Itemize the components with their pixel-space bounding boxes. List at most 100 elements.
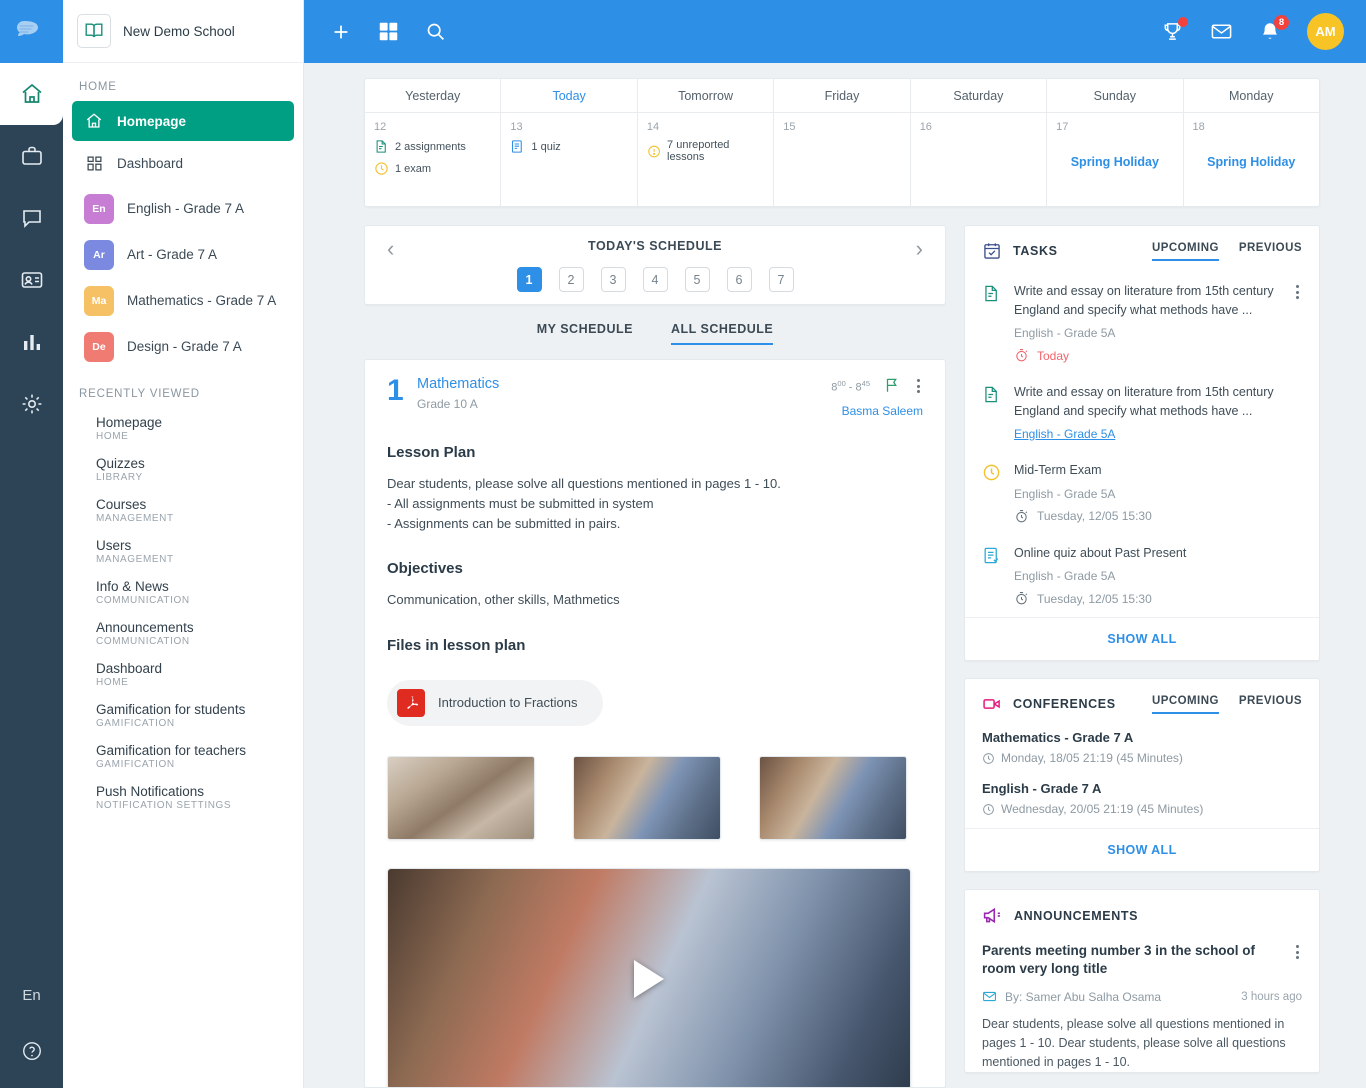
add-button[interactable] <box>330 21 352 43</box>
sidebar-course-design[interactable]: De Design - Grade 7 A <box>63 324 303 370</box>
page-6[interactable]: 6 <box>726 267 752 292</box>
page-1[interactable]: 1 <box>516 267 542 292</box>
apps-grid-button[interactable] <box>378 21 399 42</box>
mail-button[interactable] <box>1210 20 1233 43</box>
conference-item[interactable]: Mathematics - Grade 7 A Monday, 18/05 21… <box>965 726 1319 777</box>
day-event[interactable]: 2 assignments <box>374 139 491 154</box>
day-column-tomorrow[interactable]: Tomorrow 14 7 unreported lessons <box>637 79 775 206</box>
sidebar-course-english[interactable]: En English - Grade 7 A <box>63 186 303 232</box>
task-course: English - Grade 5A <box>1014 569 1116 583</box>
holiday-label[interactable]: Spring Holiday <box>1193 155 1310 169</box>
lesson-teacher[interactable]: Basma Saleem <box>831 404 923 418</box>
recent-item-dashboard[interactable]: Dashboard HOME <box>63 654 303 695</box>
tab-all-schedule[interactable]: ALL SCHEDULE <box>670 322 774 345</box>
tab-conferences-upcoming[interactable]: UPCOMING <box>1151 695 1219 714</box>
school-header[interactable]: New Demo School <box>63 0 303 63</box>
recent-item-quizzes[interactable]: Quizzes LIBRARY <box>63 449 303 490</box>
day-body: 15 <box>774 113 909 206</box>
language-switcher[interactable]: En <box>22 987 40 1004</box>
page-5[interactable]: 5 <box>684 267 710 292</box>
day-event[interactable]: 1 exam <box>374 161 491 176</box>
grid-icon <box>84 155 104 172</box>
lesson-thumbnail[interactable] <box>759 755 907 840</box>
page-3[interactable]: 3 <box>600 267 626 292</box>
tab-tasks-previous[interactable]: PREVIOUS <box>1239 242 1302 261</box>
lesson-subject[interactable]: Mathematics <box>417 376 831 392</box>
page-2[interactable]: 2 <box>558 267 584 292</box>
task-item[interactable]: Mid-Term Exam English - Grade 5A Tuesday… <box>965 452 1319 535</box>
recent-item-push-notifications[interactable]: Push Notifications NOTIFICATION SETTINGS <box>63 777 303 818</box>
sidebar-course-art[interactable]: Ar Art - Grade 7 A <box>63 232 303 278</box>
task-course-link[interactable]: English - Grade 5A <box>1014 427 1302 441</box>
prev-day-button[interactable]: ‹ <box>387 238 394 260</box>
flag-icon[interactable] <box>883 376 901 394</box>
task-item[interactable]: Write and essay on literature from 15th … <box>965 273 1319 374</box>
rail-item-home[interactable] <box>0 63 63 125</box>
rail-item-id-card[interactable] <box>0 249 63 311</box>
task-body: Mid-Term Exam English - Grade 5A Tuesday… <box>1014 461 1302 524</box>
sidebar-course-mathematics[interactable]: Ma Mathematics - Grade 7 A <box>63 278 303 324</box>
sidebar-item-dashboard[interactable]: Dashboard <box>72 144 294 183</box>
page-4[interactable]: 4 <box>642 267 668 292</box>
lesson-video[interactable] <box>387 867 911 1087</box>
recent-subtitle: GAMIFICATION <box>96 718 175 729</box>
recent-item-info-news[interactable]: Info & News COMMUNICATION <box>63 572 303 613</box>
day-column-monday[interactable]: Monday 18 Spring Holiday <box>1183 79 1319 206</box>
recent-title: Announcements <box>96 620 194 635</box>
tab-my-schedule[interactable]: MY SCHEDULE <box>537 322 633 345</box>
page-7[interactable]: 7 <box>768 267 794 292</box>
lesson-file[interactable]: Introduction to Fractions <box>387 679 604 726</box>
announcement-menu-button[interactable] <box>1293 942 1302 962</box>
recent-item-announcements[interactable]: Announcements COMMUNICATION <box>63 613 303 654</box>
day-column-saturday[interactable]: Saturday 16 <box>910 79 1048 206</box>
day-label: Today <box>501 79 637 113</box>
home-section-label: HOME <box>79 81 117 93</box>
tab-tasks-upcoming[interactable]: UPCOMING <box>1151 242 1219 261</box>
recently-viewed-label: RECENTLY VIEWED <box>79 388 200 400</box>
task-due-text: Tuesday, 12/05 15:30 <box>1037 591 1152 606</box>
day-event-text: 7 unreported lessons <box>667 139 730 163</box>
rail-item-briefcase[interactable] <box>0 125 63 187</box>
recent-item-users[interactable]: Users MANAGEMENT <box>63 531 303 572</box>
help-icon[interactable] <box>21 1040 43 1062</box>
task-menu-button[interactable] <box>1293 282 1302 363</box>
sidebar-item-homepage[interactable]: Homepage <box>72 101 294 141</box>
conference-title: English - Grade 7 A <box>982 781 1102 796</box>
trophy-button[interactable] <box>1161 17 1188 43</box>
avatar[interactable]: AM <box>1307 13 1344 50</box>
lesson-menu-button[interactable] <box>914 376 923 396</box>
rail-item-chart[interactable] <box>0 311 63 373</box>
rail-item-chat[interactable] <box>0 187 63 249</box>
holiday-label[interactable]: Spring Holiday <box>1056 155 1173 169</box>
conferences-show-all[interactable]: SHOW ALL <box>965 828 1319 871</box>
tasks-show-all[interactable]: SHOW ALL <box>965 617 1319 660</box>
notifications-button[interactable]: 8 <box>1259 14 1289 43</box>
announcement-item[interactable]: Parents meeting number 3 in the school o… <box>965 938 1319 1072</box>
task-item[interactable]: Online quiz about Past Present English -… <box>965 535 1319 618</box>
recent-item-homepage[interactable]: Homepage HOME <box>63 408 303 449</box>
next-day-button[interactable]: › <box>916 238 923 260</box>
recent-item-gamification-students[interactable]: Gamification for students GAMIFICATION <box>63 695 303 736</box>
megaphone-icon <box>982 905 1003 926</box>
lesson-thumbnail[interactable] <box>573 755 721 840</box>
rail-bottom: En <box>21 987 43 1088</box>
lesson-thumbnail[interactable] <box>387 755 535 840</box>
task-title: Mid-Term Exam <box>1014 463 1102 477</box>
conference-item[interactable]: English - Grade 7 A Wednesday, 20/05 21:… <box>965 777 1319 828</box>
day-column-friday[interactable]: Friday 15 <box>774 79 911 206</box>
recent-subtitle: GAMIFICATION <box>96 759 175 770</box>
rail-item-settings[interactable] <box>0 373 63 435</box>
day-column-sunday[interactable]: Sunday 17 Spring Holiday <box>1047 79 1184 206</box>
objectives-heading: Objectives <box>387 560 463 578</box>
course-label: Mathematics - Grade 7 A <box>127 292 277 308</box>
day-event[interactable]: 7 unreported lessons <box>647 139 764 163</box>
day-column-today[interactable]: Today 13 1 quiz <box>501 79 638 206</box>
task-item[interactable]: Write and essay on literature from 15th … <box>965 374 1319 452</box>
day-column-yesterday[interactable]: Yesterday 12 2 assignments 1 exam <box>365 79 502 206</box>
app-logo[interactable] <box>0 0 63 63</box>
tab-conferences-previous[interactable]: PREVIOUS <box>1239 695 1302 714</box>
recent-item-gamification-teachers[interactable]: Gamification for teachers GAMIFICATION <box>63 736 303 777</box>
day-event[interactable]: 1 quiz <box>510 139 627 154</box>
recent-item-courses[interactable]: Courses MANAGEMENT <box>63 490 303 531</box>
search-button[interactable] <box>425 21 446 42</box>
